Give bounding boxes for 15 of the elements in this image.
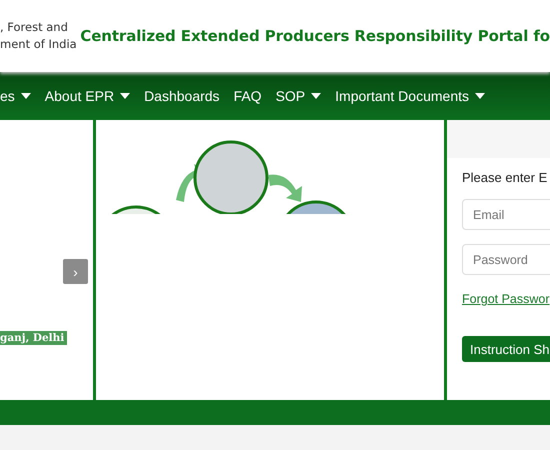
nav-link[interactable]: Important Documents: [328, 88, 492, 104]
nav-link[interactable]: Dashboards: [137, 88, 227, 104]
ministry-name-text: , Forest and: [0, 19, 69, 36]
login-prompt: Please enter E: [462, 170, 548, 185]
forgot-password-link[interactable]: Forgot Passwor: [462, 292, 550, 306]
nav-link[interactable]: FAQ: [226, 88, 269, 104]
password-field[interactable]: Password: [462, 244, 550, 275]
ministry-name-text: ment of India: [0, 36, 78, 53]
portal-title: Centralized Extended Producers Responsibility Portal fo: [80, 27, 550, 45]
instruction-sheet-button[interactable]: Instruction Sh: [462, 336, 550, 362]
nav-link[interactable]: es: [0, 88, 38, 104]
nav-link[interactable]: SOP: [268, 88, 328, 104]
email-field[interactable]: Email: [462, 199, 550, 230]
carousel-caption: ganj, Delhi: [0, 331, 68, 345]
nav-link[interactable]: About EPR: [38, 88, 138, 104]
